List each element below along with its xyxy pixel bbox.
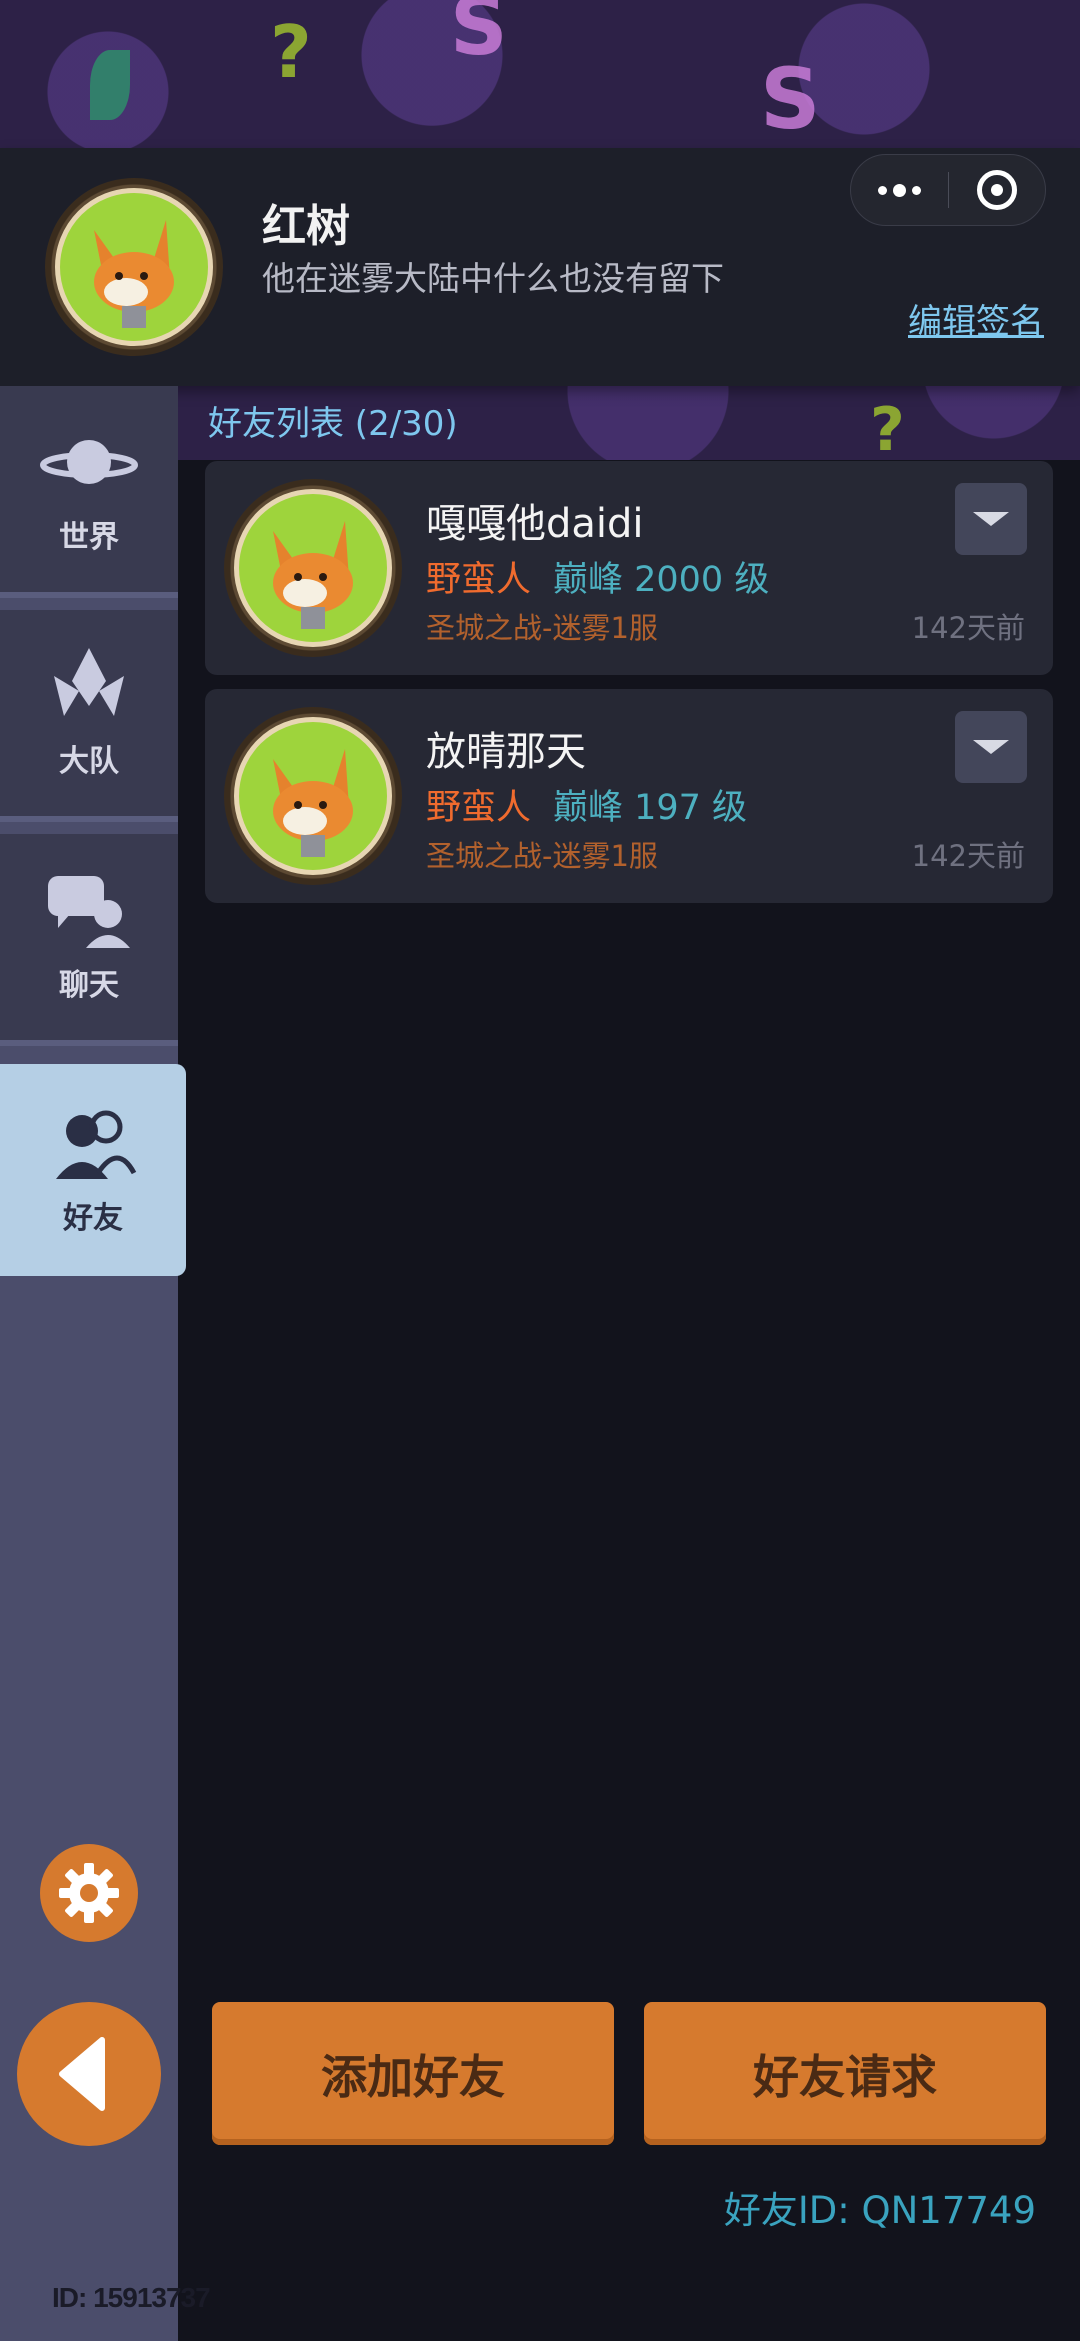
add-friend-button[interactable]: 添加好友: [212, 2002, 614, 2145]
team-emblem-icon: [39, 646, 139, 726]
sidebar-item-label: 好友: [63, 1201, 123, 1236]
close-mini-program-button[interactable]: [948, 155, 1045, 225]
profile-header: 红树 他在迷雾大陆中什么也没有留下 编辑签名: [0, 148, 1080, 386]
sidebar-item-label: 大队: [59, 744, 119, 779]
more-menu-button[interactable]: [851, 155, 948, 225]
fox-icon: [273, 520, 353, 629]
profile-signature: 他在迷雾大陆中什么也没有留下: [262, 259, 724, 298]
friend-peak-level: 巅峰 197 级: [553, 788, 748, 828]
fox-avatar-image: [234, 717, 392, 875]
friend-last-seen: 142天前: [911, 611, 1025, 645]
back-button[interactable]: [17, 2002, 161, 2146]
sidebar-item-label: 聊天: [59, 968, 119, 1003]
question-mark-decoration: ?: [270, 10, 312, 94]
profile-avatar[interactable]: [45, 178, 223, 356]
s-letter-decoration: S: [760, 50, 821, 148]
friend-list-item[interactable]: 放晴那天 野蛮人 巅峰 197 级 圣城之战-迷雾1服 142天前: [205, 689, 1053, 903]
friend-list-title: 好友列表 (2/30): [208, 404, 458, 444]
user-id-watermark: ID: 15913737: [52, 2282, 211, 2313]
friend-name: 放晴那天: [426, 729, 586, 775]
friend-name: 嘎嘎他daidi: [426, 501, 644, 547]
friends-icon: [43, 1103, 143, 1183]
sidebar-item-world[interactable]: 世界: [0, 386, 178, 598]
fox-avatar-image: [55, 188, 213, 346]
friend-class: 野蛮人: [426, 788, 532, 828]
friend-options-dropdown[interactable]: [955, 711, 1027, 783]
friend-peak-level: 巅峰 2000 级: [553, 560, 770, 600]
friend-class: 野蛮人: [426, 560, 532, 600]
target-circle-icon: [976, 170, 1017, 210]
back-arrow-icon: [59, 2037, 105, 2111]
question-mark-decoration: ?: [870, 395, 905, 465]
planet-icon: [39, 422, 139, 502]
chat-icon: [39, 870, 139, 950]
sidebar-item-label: 世界: [59, 520, 119, 555]
fox-avatar-image: [234, 489, 392, 647]
friend-server: 圣城之战-迷雾1服: [426, 611, 658, 645]
gear-icon: [59, 1863, 119, 1923]
friend-last-seen: 142天前: [911, 839, 1025, 873]
settings-button[interactable]: [40, 1844, 138, 1942]
profile-name: 红树: [262, 201, 350, 252]
friend-list-item[interactable]: 嘎嘎他daidi 野蛮人 巅峰 2000 级 圣城之战-迷雾1服 142天前: [205, 461, 1053, 675]
friend-avatar[interactable]: [224, 707, 402, 885]
sidebar-item-chat[interactable]: 聊天: [0, 834, 178, 1046]
leaf-decoration: [90, 50, 130, 120]
mini-program-capsule: [850, 154, 1046, 226]
edit-signature-link[interactable]: 编辑签名: [908, 294, 1044, 343]
friend-options-dropdown[interactable]: [955, 483, 1027, 555]
friend-avatar[interactable]: [224, 479, 402, 657]
chevron-down-icon: [973, 512, 1009, 526]
chevron-down-icon: [973, 740, 1009, 754]
friend-server: 圣城之战-迷雾1服: [426, 839, 658, 873]
sidebar-item-team[interactable]: 大队: [0, 610, 178, 822]
sidebar-item-friends[interactable]: 好友: [0, 1064, 186, 1276]
s-letter-decoration: S: [450, 0, 508, 73]
fox-icon: [94, 219, 174, 328]
fox-icon: [273, 748, 353, 857]
friend-requests-button[interactable]: 好友请求: [644, 2002, 1046, 2145]
friend-id-label: 好友ID: QN17749: [723, 2189, 1036, 2232]
more-dots-icon: [877, 183, 921, 197]
